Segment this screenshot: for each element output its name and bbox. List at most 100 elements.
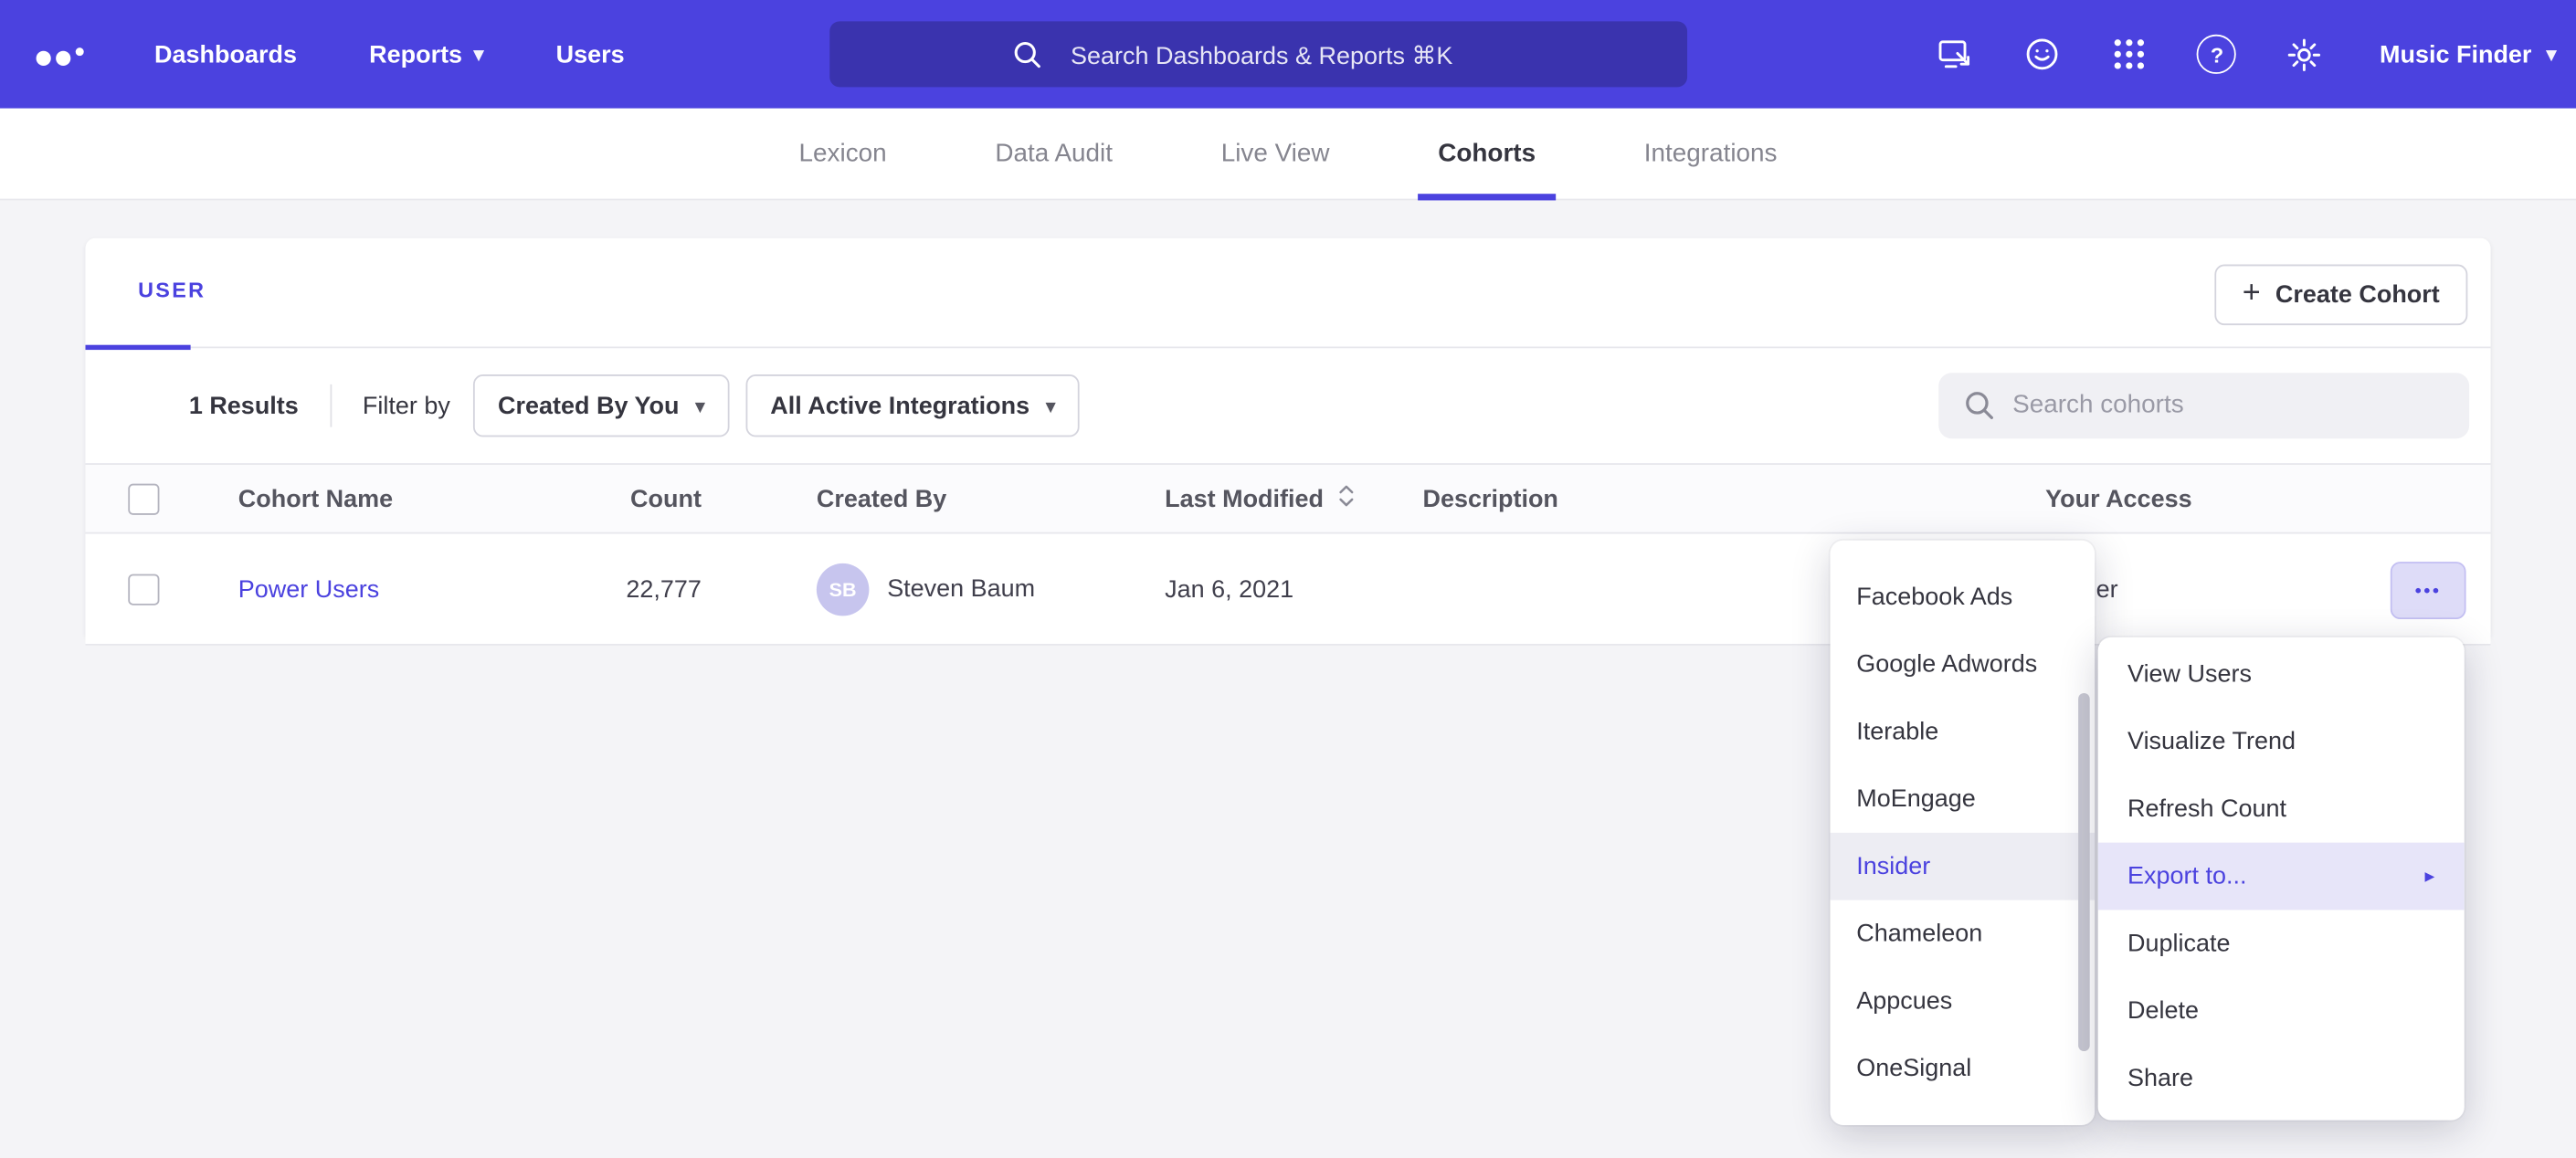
top-nav: Dashboards Reports ▾ Users: [0, 0, 2576, 109]
menu-item-view-users[interactable]: View Users: [2098, 640, 2465, 708]
menu-item-appcues[interactable]: Appcues: [1831, 967, 2096, 1035]
select-all-checkbox[interactable]: [128, 483, 159, 514]
logo-dot: [76, 47, 84, 56]
nav-item-dashboards[interactable]: Dashboards: [154, 40, 297, 68]
divider: [330, 384, 332, 427]
cohorts-card: USER + Create Cohort 1 Results Filter by…: [86, 238, 2491, 641]
workspace-name: Music Finder: [2380, 40, 2531, 68]
tab-label: Lexicon: [799, 139, 887, 168]
row-more-actions-button[interactable]: •••: [2391, 562, 2466, 619]
tab-label: Cohorts: [1438, 139, 1536, 168]
menu-item-insider[interactable]: Insider: [1831, 833, 2096, 900]
active-tab-underline: [1419, 194, 1556, 200]
app-window: Dashboards Reports ▾ Users: [0, 0, 2576, 1158]
nav-item-label: Reports: [369, 40, 462, 68]
tab-cohorts[interactable]: Cohorts: [1419, 109, 1556, 199]
more-dots-icon: •••: [2415, 581, 2442, 601]
global-search: [829, 21, 1687, 87]
col-header-your-access: Your Access: [2045, 485, 2191, 513]
row-checkbox[interactable]: [128, 574, 159, 605]
create-cohort-button[interactable]: + Create Cohort: [2214, 265, 2467, 326]
feedback-smiley-icon[interactable]: [2023, 35, 2063, 74]
menu-item-visualize-trend[interactable]: Visualize Trend: [2098, 708, 2465, 775]
menu-item-google-adwords[interactable]: Google Adwords: [1831, 631, 2096, 699]
nav-item-users[interactable]: Users: [556, 40, 625, 68]
menu-item-chameleon[interactable]: Chameleon: [1831, 900, 2096, 968]
export-destinations-submenu: Braze Facebook Ads Google Adwords Iterab…: [1831, 541, 2096, 1125]
created-by-name: Steven Baum: [887, 574, 1035, 603]
menu-item-delete[interactable]: Delete: [2098, 977, 2465, 1045]
col-header-last-modified[interactable]: Last Modified: [1165, 483, 1355, 514]
export-destinations-list: Braze Facebook Ads Google Adwords Iterab…: [1831, 541, 2096, 1102]
tab-user-cohorts[interactable]: USER: [138, 278, 206, 302]
cohort-type-tabs: USER + Create Cohort: [86, 238, 2491, 348]
col-header-label: Last Modified: [1165, 485, 1324, 513]
menu-item-iterable[interactable]: Iterable: [1831, 698, 2096, 765]
menu-item-onesignal[interactable]: OneSignal: [1831, 1035, 2096, 1102]
dropdown-value: All Active Integrations: [770, 392, 1029, 420]
tab-lexicon[interactable]: Lexicon: [779, 109, 906, 199]
menu-item-facebook-ads[interactable]: Facebook Ads: [1831, 563, 2096, 631]
created-by-cell: SB Steven Baum: [817, 563, 1035, 616]
cohort-search-input[interactable]: [1938, 373, 2469, 438]
submenu-scrollbar-thumb[interactable]: [2078, 693, 2090, 1051]
results-count: 1 Results: [189, 392, 299, 420]
integrations-filter-dropdown[interactable]: All Active Integrations ▾: [745, 374, 1080, 437]
filter-toolbar: 1 Results Filter by Created By You ▾ All…: [86, 348, 2491, 463]
nav-item-label: Users: [556, 40, 625, 68]
checkbox[interactable]: [128, 574, 159, 605]
plus-icon: +: [2243, 278, 2261, 309]
tab-data-audit[interactable]: Data Audit: [976, 109, 1133, 199]
tab-label: Data Audit: [995, 139, 1113, 168]
last-modified-cell: Jan 6, 2021: [1165, 574, 1293, 603]
col-header-cohort-name: Cohort Name: [238, 485, 393, 513]
workspace-switcher[interactable]: Music Finder ▾: [2380, 40, 2556, 68]
chevron-down-icon: ▾: [1046, 395, 1055, 416]
col-header-created-by: Created By: [817, 485, 946, 513]
table-header-row: Cohort Name Count Created By Last Modifi…: [86, 463, 2491, 533]
nav-right-icons: ? Music Finder ▾: [1936, 0, 2556, 109]
menu-item-moengage[interactable]: MoEngage: [1831, 765, 2096, 833]
tab-label: Integrations: [1644, 139, 1778, 168]
row-actions-menu: View Users Visualize Trend Refresh Count…: [2098, 637, 2465, 1121]
tab-integrations[interactable]: Integrations: [1624, 109, 1797, 199]
menu-item-share[interactable]: Share: [2098, 1045, 2465, 1112]
filter-by-label: Filter by: [363, 392, 450, 420]
mixpanel-logo: [37, 43, 84, 66]
tab-label: Live View: [1221, 139, 1330, 168]
help-icon[interactable]: ?: [2197, 35, 2236, 74]
chevron-down-icon: ▾: [474, 43, 484, 66]
report-share-icon[interactable]: [1936, 35, 1975, 74]
cohort-name-link[interactable]: Power Users: [238, 574, 379, 603]
question-mark-icon: ?: [2197, 35, 2236, 74]
logo-dot: [37, 51, 51, 66]
table-row: Power Users 22,777 SB Steven Baum Jan 6,…: [86, 534, 2491, 646]
nav-item-reports[interactable]: Reports ▾: [369, 40, 483, 68]
menu-item-refresh-count[interactable]: Refresh Count: [2098, 775, 2465, 843]
create-cohort-label: Create Cohort: [2275, 281, 2440, 310]
cohort-count: 22,777: [504, 574, 702, 603]
tab-label: USER: [138, 278, 206, 302]
primary-nav-links: Dashboards Reports ▾ Users: [154, 40, 625, 68]
created-by-filter-dropdown[interactable]: Created By You ▾: [473, 374, 729, 437]
tab-live-view[interactable]: Live View: [1201, 109, 1349, 199]
menu-item-duplicate[interactable]: Duplicate: [2098, 910, 2465, 977]
settings-gear-icon[interactable]: [2285, 35, 2324, 74]
col-header-count: Count: [504, 485, 702, 513]
col-header-description: Description: [1423, 485, 1558, 513]
avatar: SB: [817, 563, 870, 616]
logo-dot: [56, 51, 70, 66]
cohort-search: [1938, 373, 2469, 438]
menu-item-export-to[interactable]: Export to... ▸: [2098, 843, 2465, 911]
sort-icon[interactable]: [1336, 483, 1355, 514]
menu-item-label: Export to...: [2127, 843, 2246, 911]
dropdown-value: Created By You: [498, 392, 679, 420]
global-search-input[interactable]: [829, 21, 1694, 90]
apps-grid-icon[interactable]: [2110, 35, 2149, 74]
chevron-down-icon: ▾: [2547, 43, 2557, 66]
chevron-down-icon: ▾: [695, 395, 704, 416]
checkbox[interactable]: [128, 483, 159, 514]
chevron-right-icon: ▸: [2425, 843, 2435, 911]
section-tabs: Lexicon Data Audit Live View Cohorts Int…: [0, 109, 2576, 201]
menu-item-braze[interactable]: Braze: [1831, 541, 2096, 563]
